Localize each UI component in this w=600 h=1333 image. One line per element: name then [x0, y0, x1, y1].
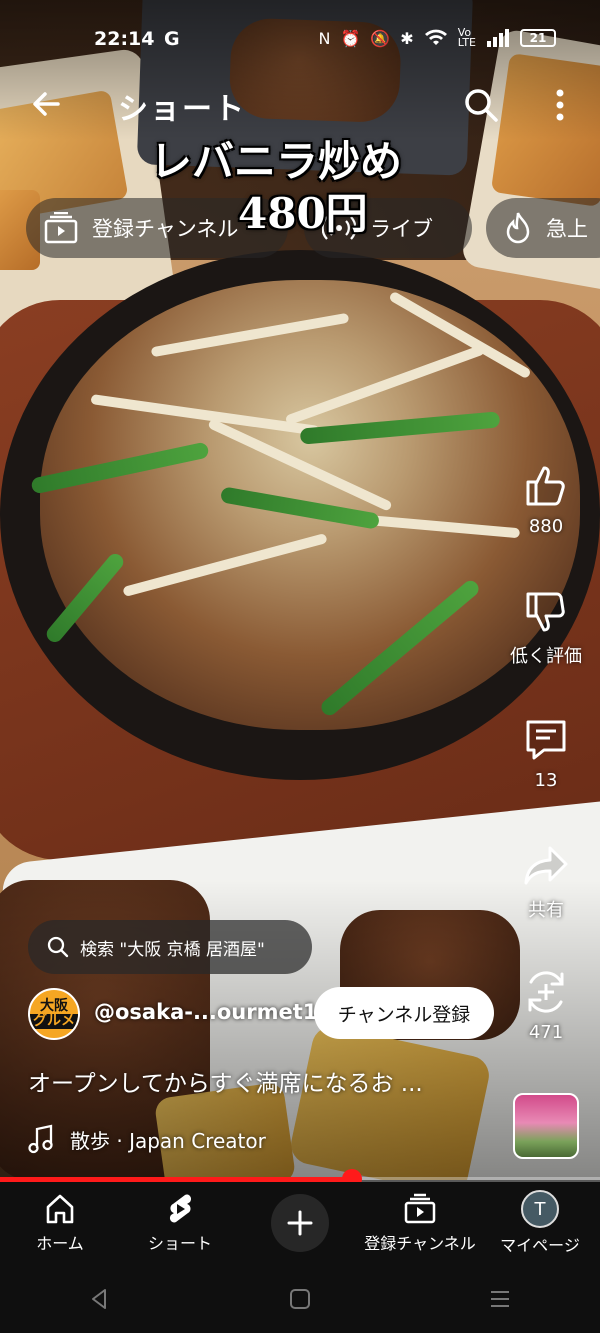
create-button[interactable]: [271, 1194, 329, 1252]
remix-icon: [528, 971, 564, 1013]
like-count: 880: [528, 516, 564, 537]
plus-icon: [287, 1210, 313, 1236]
search-icon: [47, 936, 69, 958]
chip-label: ライブ: [370, 217, 433, 241]
share-label: 共有: [528, 900, 564, 921]
subscriptions-icon: [44, 212, 78, 244]
home-square-icon[interactable]: [287, 1286, 313, 1312]
nav-subscriptions[interactable]: 登録チャンネル: [360, 1182, 480, 1264]
bottom-navigation: ホーム ショート 登録チャンネル T マイページ: [0, 1182, 600, 1264]
thumbs-up-icon: [526, 466, 565, 506]
nav-shorts-label: ショート: [147, 1234, 212, 1253]
google-icon: G: [164, 28, 180, 50]
nav-mypage[interactable]: T マイページ: [480, 1182, 600, 1264]
alarm-icon: ⏰: [340, 28, 361, 48]
bluetooth-icon: ✱: [400, 28, 414, 48]
comment-button[interactable]: 13: [508, 716, 584, 791]
trending-icon: [506, 212, 530, 244]
nav-home-label: ホーム: [36, 1234, 84, 1253]
nfc-icon: N: [318, 28, 331, 48]
back-triangle-icon[interactable]: [87, 1286, 113, 1312]
channel-handle[interactable]: @osaka-...ourmet1: [94, 1000, 317, 1024]
nav-subscriptions-label: 登録チャンネル: [364, 1234, 476, 1253]
music-note-icon: [28, 1124, 53, 1154]
thumbs-down-icon: [526, 592, 565, 632]
status-time: 22:14: [94, 28, 155, 50]
recents-menu-icon[interactable]: [487, 1286, 513, 1312]
home-icon: [46, 1194, 74, 1224]
system-navigation: [0, 1264, 600, 1333]
avatar: T: [521, 1190, 559, 1228]
sound-thumbnail[interactable]: [513, 1093, 579, 1159]
dislike-button[interactable]: 低く評価: [508, 588, 584, 668]
search-suggestion[interactable]: 検索 "大阪 京橋 居酒屋": [28, 920, 312, 974]
like-button[interactable]: 880: [508, 462, 584, 537]
subscribe-button[interactable]: チャンネル登録: [314, 987, 494, 1039]
wifi-icon: [424, 29, 447, 45]
top-gradient: [0, 0, 600, 140]
avatar-text-top: 大阪: [40, 998, 68, 1014]
music-credit-text: 散歩 · Japan Creator: [70, 1128, 266, 1153]
avatar-text-bottom: グルメ: [30, 1014, 78, 1029]
search-icon[interactable]: [462, 86, 500, 124]
volte-icon: Vo LTE: [457, 26, 476, 49]
nav-create[interactable]: [240, 1182, 360, 1264]
share-button[interactable]: 共有: [508, 842, 584, 922]
status-icons: N ⏰ 🔕 ✱ Vo LTE 21: [318, 26, 556, 49]
search-suggestion-text: 検索 "大阪 京橋 居酒屋": [80, 939, 265, 960]
more-vert-icon[interactable]: [548, 86, 572, 124]
page-title: ショート: [118, 92, 246, 127]
video-overlay-price: 480円: [238, 189, 368, 238]
shorts-icon: [169, 1194, 192, 1223]
chip-label: 急上: [546, 217, 588, 241]
chip-trending[interactable]: 急上: [486, 198, 600, 258]
channel-avatar[interactable]: 大阪 グルメ: [28, 988, 80, 1040]
nav-shorts[interactable]: ショート: [120, 1182, 240, 1264]
status-bar: 22:14 G N ⏰ 🔕 ✱ Vo LTE 21: [0, 22, 600, 62]
remix-count: 471: [528, 1022, 564, 1043]
chip-label: 登録チャンネル: [92, 217, 239, 241]
signal-icon: [487, 29, 509, 47]
dislike-label: 低く評価: [510, 646, 582, 667]
nav-mypage-label: マイページ: [500, 1236, 580, 1255]
subscriptions-icon: [404, 1193, 436, 1224]
comment-count: 13: [534, 770, 558, 791]
mute-icon: 🔕: [370, 28, 391, 48]
remix-button[interactable]: 471: [508, 968, 584, 1043]
nav-home[interactable]: ホーム: [0, 1182, 120, 1264]
back-arrow-icon[interactable]: [28, 86, 64, 122]
comment-icon: [526, 720, 566, 760]
share-icon: [524, 846, 568, 885]
video-caption[interactable]: オープンしてからすぐ満席になるお ...: [28, 1064, 488, 1098]
music-credit[interactable]: 散歩 · Japan Creator: [28, 1124, 266, 1154]
battery-icon: 21: [520, 29, 556, 47]
